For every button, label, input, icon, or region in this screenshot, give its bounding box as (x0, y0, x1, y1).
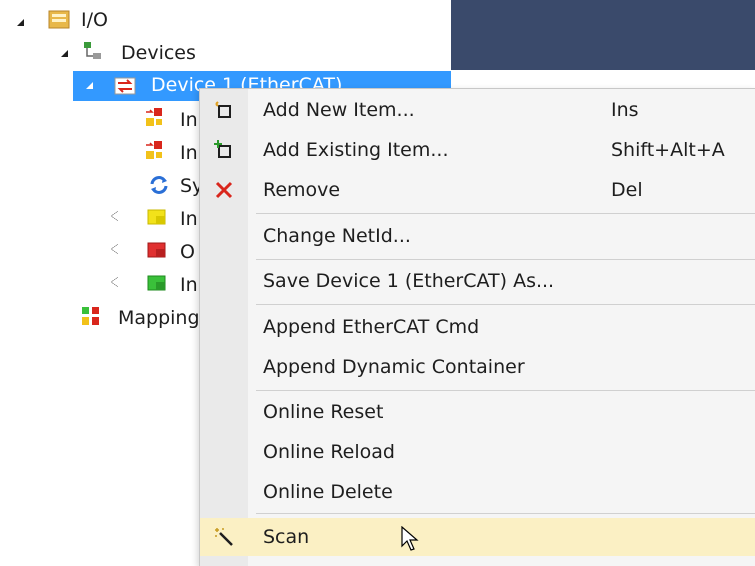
expand-arrow-icon[interactable] (61, 50, 68, 57)
menu-separator (256, 304, 755, 305)
magic-wand-icon (215, 528, 233, 546)
menu-item-add-existing[interactable]: Add Existing Item... Shift+Alt+A (200, 131, 755, 169)
yellow-folder-icon (147, 209, 166, 225)
menu-item-label: Online Reload (263, 441, 395, 463)
background-panel (451, 0, 755, 70)
tree-item-devices[interactable]: Devices (121, 42, 196, 64)
menu-item-label: Change NetId... (263, 225, 411, 247)
input-image-icon (146, 108, 162, 126)
menu-item-shortcut: Ins (611, 99, 639, 121)
devices-icon (84, 42, 101, 59)
tree-item-child[interactable]: In (180, 274, 198, 296)
mappings-icon (82, 307, 99, 325)
menu-separator (256, 259, 755, 260)
menu-item-append-dynamic-container[interactable]: Append Dynamic Container (200, 348, 755, 386)
tree-item-mappings[interactable]: Mapping (118, 307, 200, 329)
menu-item-online-delete[interactable]: Online Delete (200, 473, 755, 511)
collapsed-arrow-icon[interactable] (111, 211, 118, 221)
add-new-item-icon (215, 101, 231, 118)
menu-separator (256, 390, 755, 391)
menu-separator (256, 513, 755, 514)
mouse-cursor-icon (401, 526, 419, 551)
green-folder-icon (147, 275, 166, 291)
ethercat-device-icon (114, 77, 136, 95)
menu-item-label: Online Reset (263, 401, 384, 423)
menu-item-append-ethercat-cmd[interactable]: Append EtherCAT Cmd (200, 308, 755, 346)
menu-item-label: Add New Item... (263, 99, 415, 121)
io-folder-icon (48, 10, 70, 29)
collapsed-arrow-icon[interactable] (111, 277, 118, 287)
tree-item-child[interactable]: In (180, 208, 198, 230)
tree-item-child[interactable]: O (180, 241, 195, 263)
menu-item-label: Scan (263, 526, 310, 548)
menu-item-label: Remove (263, 179, 341, 201)
menu-item-online-reload[interactable]: Online Reload (200, 433, 755, 471)
red-folder-icon (147, 242, 166, 258)
menu-item-label: Append Dynamic Container (263, 356, 525, 378)
menu-item-change-netid[interactable]: Change NetId... (200, 217, 755, 255)
menu-item-label: Save Device 1 (EtherCAT) As... (263, 270, 555, 292)
menu-item-online-reset[interactable]: Online Reset (200, 393, 755, 431)
collapsed-arrow-icon[interactable] (111, 244, 118, 254)
menu-item-label: Add Existing Item... (263, 139, 449, 161)
menu-item-scan[interactable]: Scan (200, 518, 755, 556)
tree-item-child[interactable]: In (180, 142, 198, 164)
menu-item-shortcut: Del (611, 179, 643, 201)
menu-item-label: Online Delete (263, 481, 393, 503)
expand-arrow-icon[interactable] (17, 19, 24, 26)
context-menu: Add New Item... Ins Add Existing Item...… (199, 88, 755, 566)
menu-item-shortcut: Shift+Alt+A (611, 139, 725, 161)
menu-separator (256, 213, 755, 214)
tree-item-io[interactable]: I/O (81, 9, 108, 31)
input-image-icon (146, 141, 162, 159)
menu-item-remove[interactable]: Remove Del (200, 171, 755, 209)
tree-item-child[interactable]: In (180, 109, 198, 131)
add-existing-item-icon (214, 140, 231, 158)
remove-x-icon (215, 181, 233, 199)
menu-item-label: Append EtherCAT Cmd (263, 316, 480, 338)
menu-item-save-as[interactable]: Save Device 1 (EtherCAT) As... (200, 262, 755, 300)
expand-arrow-icon[interactable] (86, 82, 93, 89)
menu-item-add-new[interactable]: Add New Item... Ins (200, 91, 755, 129)
sync-icon (150, 176, 168, 194)
